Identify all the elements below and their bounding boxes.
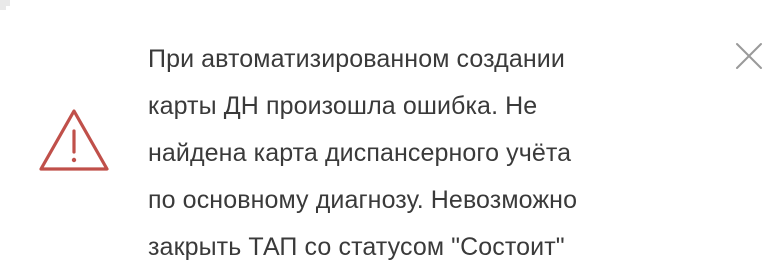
message-line: карты ДН произошла ошибка. Не <box>148 92 538 120</box>
message-line: по основному диагнозу. Невозможно <box>148 186 578 214</box>
warning-triangle-icon <box>39 109 109 171</box>
message-line: закрыть ТАП со статусом "Состоит" <box>148 233 565 261</box>
close-icon[interactable] <box>733 40 765 72</box>
message-line: найдена карта диспансерного учёта <box>148 139 572 167</box>
error-notification: При автоматизированном создании карты ДН… <box>0 0 777 270</box>
corner-mark <box>0 0 10 10</box>
message-line: При автоматизированном создании <box>148 45 565 73</box>
notification-message: При автоматизированном создании карты ДН… <box>148 36 708 271</box>
